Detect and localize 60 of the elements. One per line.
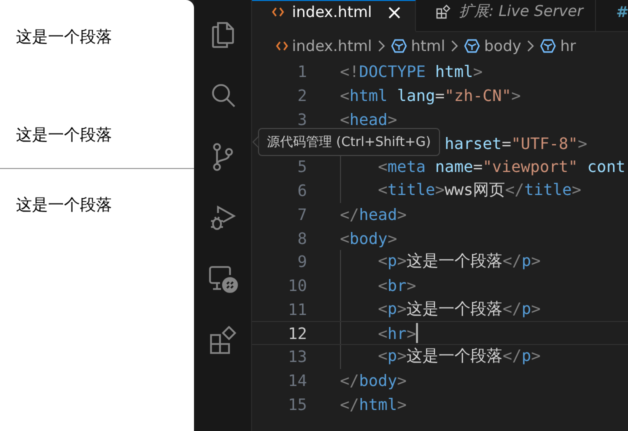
line-number: 9	[297, 252, 307, 272]
code-line: </html>	[340, 394, 407, 414]
line-number: 5	[297, 157, 307, 176]
breadcrumb-item[interactable]: hr	[560, 37, 576, 55]
code-line: </body>	[340, 371, 407, 390]
breadcrumb-item[interactable]: index.html	[292, 37, 372, 55]
code-line: <p>这是一个段落</p>	[378, 346, 541, 368]
breadcrumb-item[interactable]: body	[484, 37, 522, 55]
line-number: 11	[288, 300, 307, 319]
code-line: </head>	[340, 204, 407, 224]
run-debug-icon	[208, 204, 236, 232]
paragraph-text: 这是一个段落	[16, 194, 112, 216]
paragraph-text: 这是一个段落	[16, 26, 112, 48]
breadcrumb-item[interactable]: html	[410, 37, 446, 55]
code-line: <p>这是一个段落</p>	[378, 251, 541, 272]
line-number: 13	[288, 347, 307, 366]
code-line: harset="UTF-8">	[444, 134, 588, 153]
search-icon	[210, 83, 236, 109]
chevron-icon	[378, 40, 385, 52]
line-number: 1	[297, 62, 307, 82]
cube-icon	[540, 39, 556, 53]
cube-icon	[464, 39, 480, 53]
code-line: <br>	[378, 276, 416, 296]
tab-label: index.html	[292, 3, 372, 21]
line-number: 2	[297, 86, 307, 106]
line-number: 6	[297, 181, 307, 200]
code-line: <hr>	[378, 324, 416, 343]
branch-icon	[212, 143, 234, 171]
close-icon[interactable]: ×	[386, 2, 403, 22]
editor-tab[interactable]: 扩展: Live Server	[416, 0, 596, 32]
text-cursor	[416, 323, 418, 344]
extensions-icon	[436, 4, 451, 19]
line-number: 7	[297, 204, 307, 224]
chevron-icon	[451, 40, 458, 52]
tab-label: 扩展: Live Server	[458, 2, 584, 21]
line-number: 10	[288, 276, 307, 296]
code-line: <p>这是一个段落</p>	[378, 298, 541, 320]
cube-icon	[390, 39, 407, 53]
tooltip: 源代码管理 (Ctrl+Shift+G)	[258, 128, 440, 156]
code-brackets-icon	[272, 7, 284, 17]
extensions-icon	[208, 326, 236, 354]
line-number: 3	[297, 110, 307, 129]
code-line: <body>	[340, 228, 398, 248]
remote-monitor-icon	[208, 265, 238, 293]
code-line: <meta name="viewport" cont	[378, 157, 626, 176]
code-brackets-icon	[276, 41, 288, 51]
line-number: 15	[288, 394, 307, 414]
editor-tab[interactable]: index.html ×	[252, 0, 416, 32]
line-number: 8	[297, 228, 307, 248]
line-number: 14	[288, 371, 307, 390]
tab-label: #	[616, 2, 628, 20]
code-line: <!DOCTYPE html>	[340, 62, 483, 82]
line-number: 12	[288, 324, 307, 343]
code-line: <title>wws网页</title>	[378, 180, 582, 202]
paragraph-text: 这是一个段落	[16, 124, 112, 146]
editor-tab[interactable]: #	[596, 0, 628, 32]
code-line: <head>	[340, 110, 398, 129]
code-line: <html lang="zh-CN">	[340, 86, 521, 106]
chevron-icon	[527, 40, 534, 52]
files-icon	[210, 21, 236, 49]
